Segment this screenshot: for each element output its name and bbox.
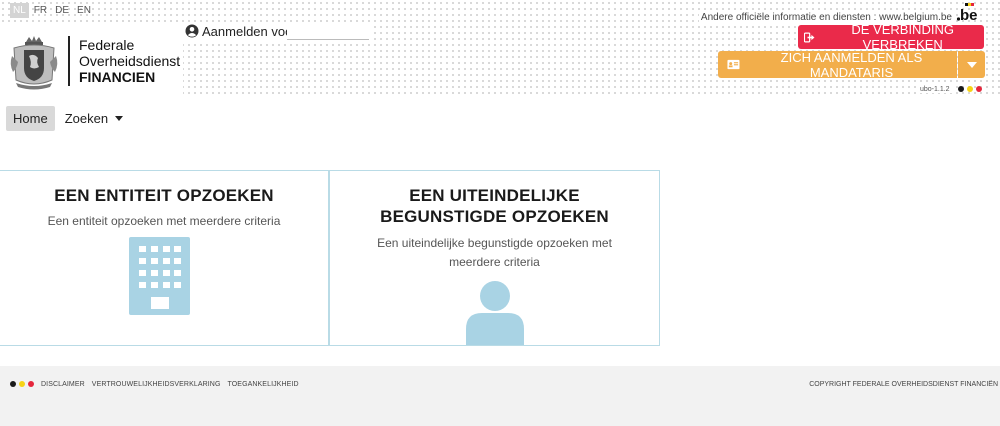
card-title: EEN ENTITEIT OPZOEKEN — [54, 186, 274, 205]
person-icon — [466, 281, 524, 345]
disconnect-label: DE VERBINDING VERBREKEN — [851, 22, 954, 52]
logo-line-2: Overheidsdienst — [79, 53, 181, 69]
card-title: EEN UITEINDELIJKE BEGUNSTIGDE OPZOEKEN — [380, 186, 609, 226]
belgian-flag-dots — [958, 86, 982, 92]
login-input[interactable] — [287, 24, 369, 40]
login-as-mandataris-button[interactable]: ZICH AANMELDEN ALS MANDATARIS — [718, 49, 957, 80]
main-nav: Home Zoeken — [6, 106, 124, 131]
mandataris-dropdown-toggle[interactable] — [958, 51, 985, 78]
footer-link-privacy[interactable]: VERTROUWELIJKHEIDSVERKLARING — [92, 381, 221, 388]
language-de[interactable]: DE — [52, 3, 72, 18]
belgium-be-logo[interactable]: be — [956, 2, 978, 24]
app-version: ubo-1.1.2 — [918, 86, 952, 93]
flag-dot-red — [28, 381, 34, 387]
id-card-icon — [727, 59, 740, 70]
language-nl[interactable]: NL — [10, 3, 29, 18]
footer-link-accessibility[interactable]: TOEGANKELIJKHEID — [228, 381, 299, 388]
logo-text: Federale Overheidsdienst FINANCIEN — [79, 37, 180, 85]
login-on-behalf: Aanmelden voor — [183, 22, 373, 40]
footer-link-disclaimer[interactable]: DISCLAIMER — [41, 381, 85, 388]
site-footer: DISCLAIMER VERTROUWELIJKHEIDSVERKLARING … — [0, 366, 1000, 426]
copyright: COPYRIGHT FEDERALE OVERHEIDSDIENST FINAN… — [809, 381, 998, 388]
building-icon — [129, 237, 190, 315]
footer-links: DISCLAIMER VERTROUWELIJKHEIDSVERKLARING … — [41, 381, 299, 388]
language-switcher: NL FR DE EN — [10, 3, 94, 18]
language-en[interactable]: EN — [74, 3, 94, 18]
disconnect-button[interactable]: DE VERBINDING VERBREKEN — [798, 22, 984, 52]
coat-of-arms-icon — [10, 36, 58, 90]
footer-flag-dots — [10, 381, 34, 387]
flag-dot-yellow — [19, 381, 25, 387]
flag-dot-red — [976, 86, 982, 92]
user-circle-icon — [185, 24, 199, 38]
logo-divider — [68, 36, 70, 86]
nav-home[interactable]: Home — [6, 106, 55, 131]
nav-search-label: Zoeken — [64, 111, 109, 126]
flag-dot-black — [10, 381, 16, 387]
flag-dot-black — [958, 86, 964, 92]
sign-out-icon — [804, 32, 815, 42]
login-label: Aanmelden voor — [202, 23, 297, 39]
nav-search-dropdown[interactable]: Zoeken — [64, 111, 124, 126]
fod-financien-logo[interactable]: Federale Overheidsdienst FINANCIEN — [0, 26, 183, 96]
card-description: Een entiteit opzoeken met meerdere crite… — [47, 214, 281, 228]
caret-down-icon — [115, 116, 124, 121]
site-header: NL FR DE EN Federale Overheidsdienst FIN… — [0, 0, 1000, 98]
logo-line-1: Federale — [79, 37, 135, 53]
language-fr[interactable]: FR — [31, 3, 50, 18]
mandataris-label: ZICH AANMELDEN ALS MANDATARIS — [780, 49, 923, 80]
card-search-entity[interactable]: EEN ENTITEIT OPZOEKEN Een entiteit opzoe… — [0, 170, 329, 346]
flag-dot-yellow — [967, 86, 973, 92]
card-description: Een uiteindelijke begunstigde opzoeken m… — [377, 236, 612, 269]
logo-line-3: FINANCIEN — [79, 69, 156, 85]
chevron-down-icon — [966, 61, 977, 68]
card-search-beneficiary[interactable]: EEN UITEINDELIJKE BEGUNSTIGDE OPZOEKEN E… — [329, 170, 660, 346]
